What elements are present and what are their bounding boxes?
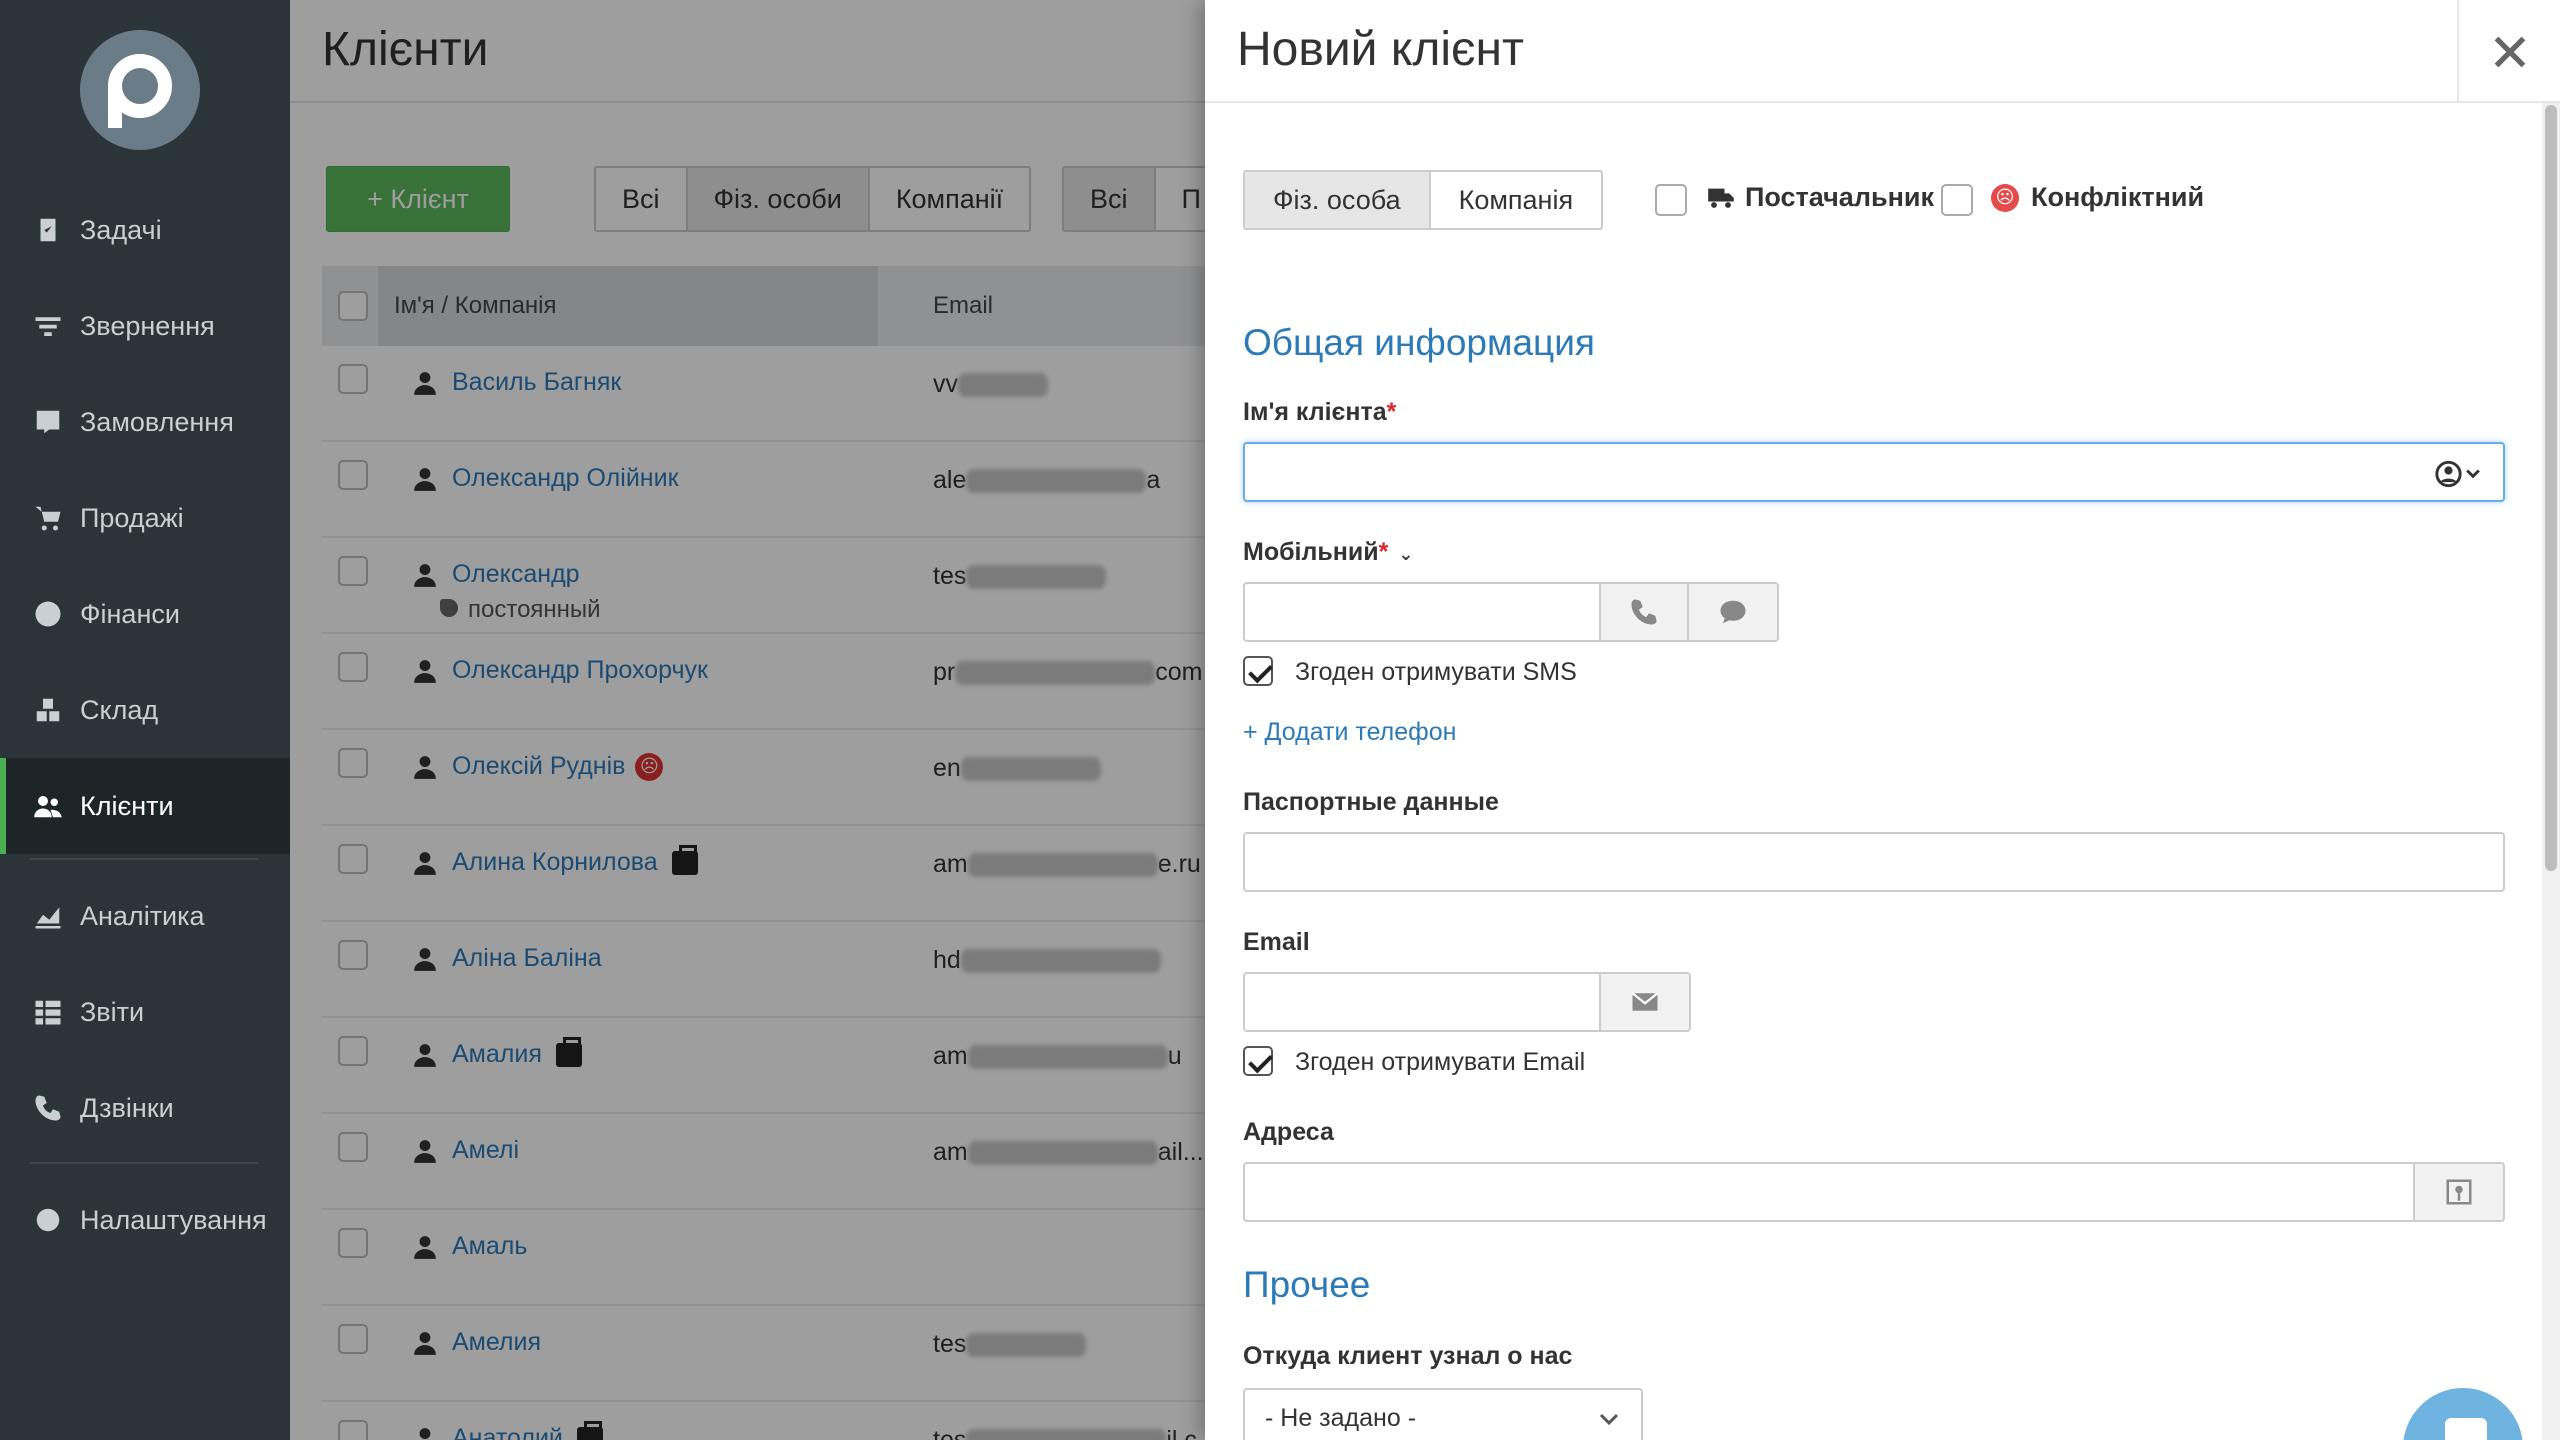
conflict-checkbox[interactable]: [1941, 184, 1973, 216]
type-individual-button[interactable]: Фіз. особа: [1245, 172, 1431, 228]
contact-picker-icon: [2435, 460, 2480, 488]
email-consent-checkbox[interactable]: [1243, 1046, 1273, 1076]
sidebar-item-label: Аналітика: [80, 900, 205, 931]
task-icon: [32, 214, 64, 246]
phone-icon: [32, 1092, 64, 1124]
client-name-input[interactable]: [1243, 442, 2505, 502]
sidebar-item-label: Звернення: [80, 310, 215, 341]
dollar-icon: [32, 598, 64, 630]
sidebar-item-label: Замовлення: [80, 406, 234, 437]
sidebar-item-label: Налаштування: [80, 1204, 267, 1235]
close-icon: [2494, 36, 2525, 67]
type-company-button[interactable]: Компанія: [1430, 172, 1602, 228]
filter-icon: [32, 310, 64, 342]
close-button[interactable]: [2457, 0, 2560, 103]
sidebar-item-warehouse[interactable]: Склад: [0, 662, 290, 758]
passport-input[interactable]: [1243, 832, 2505, 892]
chat-icon: [1720, 600, 1746, 624]
panel-header: Новий клієнт: [1205, 0, 2560, 103]
mobile-label[interactable]: Мобільний* ⌄: [1243, 538, 1413, 567]
call-button[interactable]: [1599, 582, 1689, 642]
sidebar-divider: [30, 858, 258, 860]
source-label: Откуда клиент узнал о нас: [1243, 1342, 1573, 1370]
sidebar-item-calls[interactable]: Дзвінки: [0, 1060, 290, 1156]
sidebar-item-clients[interactable]: Клієнти: [0, 758, 290, 854]
sidebar-item-label: Клієнти: [80, 790, 174, 821]
sidebar-item-orders[interactable]: Замовлення: [0, 374, 290, 470]
sidebar-item-label: Звіти: [80, 996, 145, 1027]
section-other-title: Прочее: [1243, 1264, 1371, 1305]
sms-consent-checkbox[interactable]: [1243, 656, 1273, 686]
source-select[interactable]: - Не задано -: [1243, 1388, 1643, 1440]
email-label: Email: [1243, 928, 1310, 956]
sidebar-item-settings[interactable]: Налаштування: [0, 1172, 290, 1268]
map-icon: [2446, 1179, 2472, 1205]
boxes-icon: [32, 694, 64, 726]
sidebar-item-analytics[interactable]: Аналітика: [0, 868, 290, 964]
sidebar-item-sales[interactable]: Продажі: [0, 470, 290, 566]
sidebar-item-label: Задачі: [80, 214, 162, 245]
scrollbar-thumb[interactable]: [2545, 105, 2557, 871]
sidebar-item-finance[interactable]: Фінанси: [0, 566, 290, 662]
sidebar-item-label: Фінанси: [80, 598, 180, 629]
app-logo[interactable]: [80, 30, 200, 150]
envelope-icon: [1631, 992, 1659, 1011]
support-chat-button[interactable]: [2403, 1388, 2523, 1440]
add-phone-link[interactable]: + Додати телефон: [1243, 718, 1456, 747]
chevron-down-icon: [1599, 1413, 1619, 1426]
mobile-input[interactable]: [1243, 582, 1601, 642]
supplier-label: Постачальник: [1705, 182, 1934, 213]
email-input[interactable]: [1243, 972, 1601, 1032]
sms-consent-label: Згоден отримувати SMS: [1295, 658, 1577, 686]
panel-scrollbar[interactable]: [2542, 103, 2560, 1440]
cart-icon: [32, 502, 64, 534]
chevron-down-icon: ⌄: [1398, 544, 1414, 564]
order-icon: [32, 406, 64, 438]
client-name-label: Ім'я клієнта*: [1243, 398, 1397, 426]
modal-backdrop[interactable]: [290, 0, 1205, 1440]
sidebar-item-label: Продажі: [80, 502, 184, 533]
address-input[interactable]: [1243, 1162, 2415, 1222]
send-email-button[interactable]: [1599, 972, 1691, 1032]
sidebar-item-label: Склад: [80, 694, 159, 725]
users-icon: [32, 790, 64, 822]
chart-icon: [32, 900, 64, 932]
gear-icon: [32, 1204, 64, 1236]
passport-label: Паспортные данные: [1243, 788, 1499, 816]
map-button[interactable]: [2413, 1162, 2505, 1222]
phone-icon: [1631, 599, 1657, 625]
new-client-panel: Новий клієнт Фіз. особа Компанія Постача…: [1205, 0, 2560, 1440]
address-label: Адреса: [1243, 1118, 1334, 1146]
panel-title: Новий клієнт: [1237, 23, 1525, 76]
section-general-title: Общая информация: [1243, 322, 1595, 363]
list-icon: [32, 996, 64, 1028]
truck-icon: [1708, 188, 1734, 208]
client-type-toggle: Фіз. особа Компанія: [1243, 170, 1604, 230]
sidebar-item-reports[interactable]: Звіти: [0, 964, 290, 1060]
sidebar-item-tasks[interactable]: Задачі: [0, 182, 290, 278]
sms-button[interactable]: [1687, 582, 1779, 642]
conflict-icon: ☹: [1991, 183, 2019, 212]
conflict-label: ☹ Конфліктний: [1991, 182, 2204, 213]
email-consent-label: Згоден отримувати Email: [1295, 1048, 1586, 1076]
supplier-checkbox[interactable]: [1655, 184, 1687, 216]
sidebar-divider: [30, 1162, 258, 1164]
sidebar: Задачі Звернення Замовлення Продажі Фіна…: [0, 0, 290, 1440]
sidebar-item-requests[interactable]: Звернення: [0, 278, 290, 374]
sidebar-item-label: Дзвінки: [80, 1092, 174, 1123]
